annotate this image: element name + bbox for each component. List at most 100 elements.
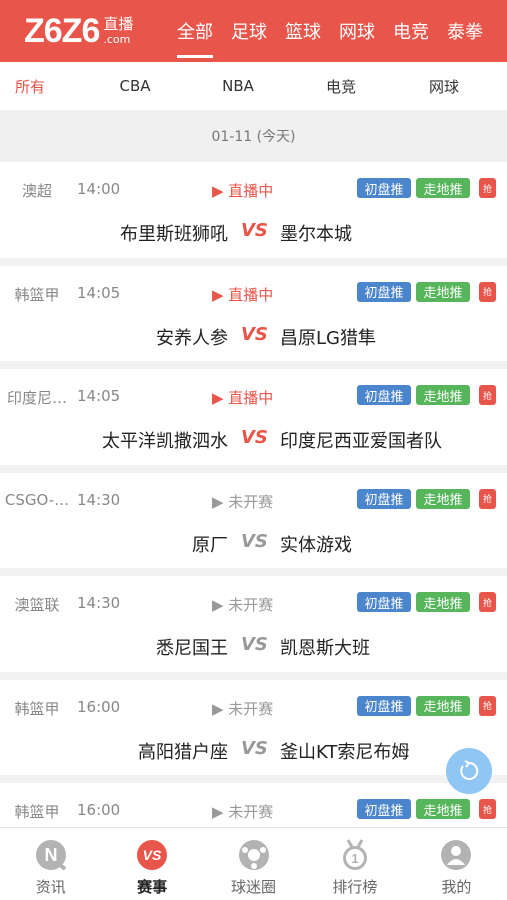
pending-status: ▶ 未开赛 <box>212 699 274 718</box>
refresh-icon <box>460 760 479 780</box>
match-time: 16:00 <box>77 697 121 716</box>
league-name: 韩篮甲 <box>14 699 60 718</box>
tab-basketball[interactable]: 篮球 <box>276 0 330 62</box>
pending-status: ▶ 未开赛 <box>212 803 274 821</box>
home-team: 悉尼国王 <box>156 638 228 659</box>
grab-badge[interactable]: 抢 <box>479 695 496 716</box>
league-name: 印度尼… <box>6 389 67 407</box>
match-time: 16:00 <box>77 801 121 819</box>
opening-tip-badge[interactable]: 初盘推 <box>357 488 411 509</box>
inplay-tip-badge[interactable]: 走地推 <box>416 695 470 716</box>
away-team: 墨尔本城 <box>280 224 352 245</box>
user-icon <box>439 838 473 872</box>
league-name: CSGO-… <box>4 490 70 509</box>
tab-profile[interactable]: 我的 <box>406 828 507 900</box>
tab-fan-circle[interactable]: 球迷圈 <box>203 828 304 900</box>
refresh-button[interactable] <box>446 748 492 794</box>
tab-label: 资讯 <box>35 878 66 896</box>
tab-ranking[interactable]: 1 排行榜 <box>304 828 405 900</box>
pending-status: ▶ 未开赛 <box>212 492 274 511</box>
match-card[interactable]: 印度尼… 14:05 ▶ 直播中 初盘推 走地推 抢 太平洋凯撒泗水 VS 印度… <box>0 369 507 473</box>
match-time: 14:05 <box>77 387 121 405</box>
tab-muaythai[interactable]: 泰拳 <box>438 0 492 62</box>
filter-nba[interactable]: NBA <box>210 77 266 95</box>
grab-badge[interactable]: 抢 <box>479 592 496 612</box>
live-status[interactable]: ▶ 直播中 <box>212 180 273 201</box>
match-card[interactable]: 韩篮甲 14:05 ▶ 直播中 初盘推 走地推 抢 安养人参 VS 昌原LG猎隼 <box>0 265 507 369</box>
match-time: 14:30 <box>77 490 121 509</box>
league-name: 澳超 <box>21 182 52 200</box>
tab-matches[interactable]: VS 赛事 <box>101 828 202 900</box>
grab-badge[interactable]: 抢 <box>479 281 496 302</box>
league-filter-bar: 所有 CBA NBA 电竞 网球 <box>0 62 507 110</box>
match-card[interactable]: CSGO-… 14:30 ▶ 未开赛 初盘推 走地推 抢 原厂 VS 实体游戏 <box>0 472 507 576</box>
inplay-tip-badge[interactable]: 走地推 <box>416 385 470 405</box>
ball-icon <box>237 838 271 872</box>
live-status[interactable]: ▶ 直播中 <box>212 387 273 408</box>
inplay-tip-badge[interactable]: 走地推 <box>416 281 470 302</box>
vs-label: VS <box>241 323 268 345</box>
match-time: 14:30 <box>77 594 121 612</box>
grab-badge[interactable]: 抢 <box>479 385 496 405</box>
grab-badge[interactable]: 抢 <box>479 488 496 509</box>
filter-all[interactable]: 所有 <box>0 76 60 97</box>
opening-tip-badge[interactable]: 初盘推 <box>357 695 411 716</box>
tab-label: 我的 <box>441 878 472 896</box>
bottom-tab-bar: N 资讯 VS 赛事 球迷圈 1 排行榜 我的 <box>0 827 507 900</box>
tab-esports[interactable]: 电竞 <box>384 0 438 62</box>
sport-tabs: 全部 足球 篮球 网球 电竞 泰拳 <box>168 0 492 62</box>
away-team: 凯恩斯大班 <box>280 638 370 659</box>
vs-label: VS <box>241 530 268 552</box>
home-team: 高阳猎户座 <box>138 741 228 763</box>
grab-badge[interactable]: 抢 <box>479 178 496 198</box>
filter-esports[interactable]: 电竞 <box>266 76 416 97</box>
inplay-tip-badge[interactable]: 走地推 <box>416 178 470 198</box>
opening-tip-badge[interactable]: 初盘推 <box>357 385 411 405</box>
home-team: 原厂 <box>192 534 228 556</box>
match-time: 14:05 <box>77 283 121 302</box>
vs-label: VS <box>241 427 268 448</box>
filter-tennis[interactable]: 网球 <box>416 76 472 97</box>
match-list: 澳超 14:00 ▶ 直播中 初盘推 走地推 抢 布里斯班狮吼 VS 墨尔本城 … <box>0 162 507 827</box>
match-time: 14:00 <box>77 180 121 198</box>
inplay-tip-badge[interactable]: 走地推 <box>416 592 470 612</box>
opening-tip-badge[interactable]: 初盘推 <box>357 592 411 612</box>
site-logo[interactable]: Z6Z6 直播 .com <box>0 0 168 62</box>
svg-text:1: 1 <box>351 851 358 866</box>
away-team: 釜山KT索尼布姆 <box>280 741 410 763</box>
tab-football[interactable]: 足球 <box>222 0 276 62</box>
vs-label: VS <box>241 737 268 759</box>
home-team: 布里斯班狮吼 <box>120 224 228 245</box>
match-card[interactable]: 韩篮甲 16:00 ▶ 未开赛 初盘推 走地推 抢 高阳猎户座 VS 釜山KT索… <box>0 679 507 783</box>
league-name: 韩篮甲 <box>14 285 60 304</box>
filter-cba[interactable]: CBA <box>60 77 210 95</box>
live-status[interactable]: ▶ 直播中 <box>212 284 273 305</box>
vs-label: VS <box>241 220 268 241</box>
pending-status: ▶ 未开赛 <box>212 596 274 614</box>
tab-news[interactable]: N 资讯 <box>0 828 101 900</box>
home-team: 太平洋凯撒泗水 <box>102 431 228 452</box>
away-team: 昌原LG猎隼 <box>280 327 376 349</box>
tab-all[interactable]: 全部 <box>168 0 222 62</box>
match-card[interactable]: 澳超 14:00 ▶ 直播中 初盘推 走地推 抢 布里斯班狮吼 VS 墨尔本城 <box>0 162 507 266</box>
vs-icon: VS <box>135 838 169 872</box>
opening-tip-badge[interactable]: 初盘推 <box>357 281 411 302</box>
top-header: Z6Z6 直播 .com 全部 足球 篮球 网球 电竞 泰拳 <box>0 0 507 62</box>
match-card[interactable]: 韩篮甲 16:00 ▶ 未开赛 初盘推 走地推 抢 <box>0 783 507 827</box>
opening-tip-badge[interactable]: 初盘推 <box>357 178 411 198</box>
tab-label: 排行榜 <box>332 878 378 896</box>
svg-text:VS: VS <box>143 847 162 863</box>
grab-badge[interactable]: 抢 <box>479 799 496 819</box>
inplay-tip-badge[interactable]: 走地推 <box>416 488 470 509</box>
inplay-tip-badge[interactable]: 走地推 <box>416 799 470 819</box>
logo-subtext-top: 直播 <box>103 15 134 33</box>
tab-tennis[interactable]: 网球 <box>330 0 384 62</box>
news-icon: N <box>34 838 68 872</box>
logo-text: Z6Z6 <box>24 11 100 50</box>
away-team: 实体游戏 <box>280 534 352 556</box>
match-card[interactable]: 澳篮联 14:30 ▶ 未开赛 初盘推 走地推 抢 悉尼国王 VS 凯恩斯大班 <box>0 576 507 680</box>
opening-tip-badge[interactable]: 初盘推 <box>357 799 411 819</box>
tab-label: 球迷圈 <box>231 878 277 896</box>
home-team: 安养人参 <box>156 327 228 349</box>
league-name: 韩篮甲 <box>14 803 60 821</box>
